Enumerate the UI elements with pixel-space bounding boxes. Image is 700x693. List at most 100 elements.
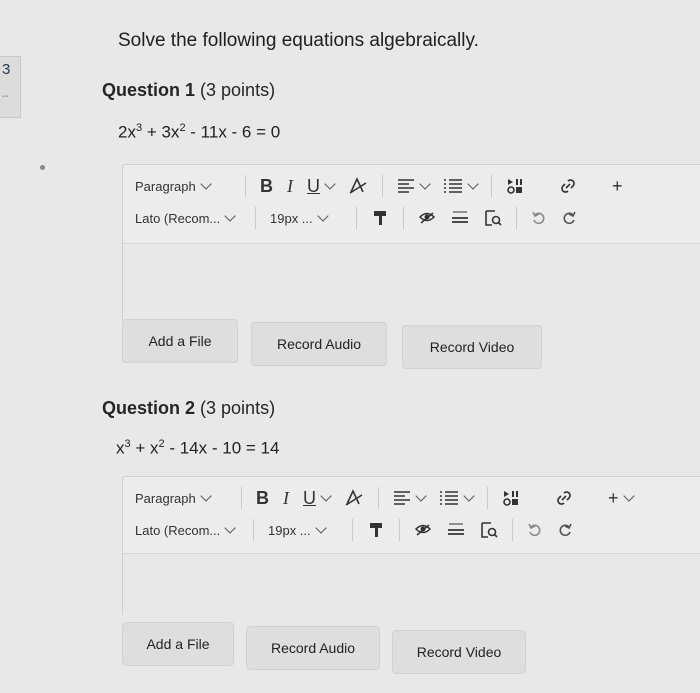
accessibility-icon[interactable] (414, 521, 432, 539)
eq1-term-c: - 11x - 6 = 0 (185, 122, 281, 142)
question-2-editor: Paragraph B I U + Lato (Recom... 19px ..… (122, 476, 700, 616)
plus-button[interactable]: + (612, 176, 623, 197)
accessibility-icon[interactable] (418, 209, 436, 227)
font-family-select[interactable]: Lato (Recom... (135, 522, 239, 538)
eq2-term-b: + x (130, 438, 159, 458)
question-nav-status: -- (2, 91, 9, 102)
toolbar-divider (403, 207, 404, 229)
plus-button[interactable]: + (608, 487, 635, 509)
eq2-term-a: x (116, 438, 125, 458)
redo-icon[interactable] (561, 210, 577, 226)
bold-button[interactable]: B (256, 488, 269, 509)
toolbar-divider (255, 207, 256, 229)
question-2-label: Question 2 (102, 398, 196, 418)
chevron-down-icon (316, 210, 329, 222)
eq1-term-a: 2x (118, 122, 136, 142)
chevron-down-icon (224, 210, 236, 222)
equation-icon[interactable] (450, 210, 470, 226)
question-1-title: Question 1 (3 points) (102, 80, 275, 101)
text-color-icon[interactable] (348, 177, 368, 195)
question-2-equation: x3 + x2 - 14x - 10 = 14 (116, 438, 279, 459)
question-1-points: (3 points) (200, 80, 276, 100)
add-file-button[interactable]: Add a File (122, 319, 238, 363)
chevron-down-icon (467, 178, 479, 190)
toolbar-divider (356, 207, 357, 229)
question-1-equation: 2x3 + 3x2 - 11x - 6 = 0 (118, 122, 280, 143)
font-family-select[interactable]: Lato (Recom... (135, 210, 241, 226)
record-video-button[interactable]: Record Video (402, 325, 542, 369)
eq1-term-b: + 3x (142, 122, 180, 142)
toolbar-divider (487, 487, 488, 509)
align-icon[interactable] (397, 178, 431, 193)
undo-icon[interactable] (531, 210, 547, 226)
toolbar-divider (382, 175, 383, 197)
paragraph-select-label: Paragraph (135, 490, 196, 506)
question-nav-number: 3 (2, 61, 11, 78)
chevron-down-icon (224, 522, 236, 534)
chevron-down-icon (415, 490, 427, 502)
font-family-label: Lato (Recom... (135, 522, 221, 538)
chevron-down-icon (622, 490, 635, 502)
find-replace-icon[interactable] (484, 209, 502, 227)
chevron-down-icon (324, 178, 336, 190)
font-family-label: Lato (Recom... (135, 210, 221, 226)
italic-button[interactable]: I (287, 176, 293, 197)
chevron-down-icon (200, 490, 212, 502)
toolbar-divider (399, 519, 400, 541)
bold-button[interactable]: B (260, 176, 273, 197)
text-color-icon[interactable] (344, 489, 364, 507)
toolbar-divider (516, 207, 517, 229)
toolbar-divider (241, 487, 242, 509)
toolbar-divider (512, 519, 513, 541)
underline-button[interactable]: U (303, 487, 332, 509)
find-replace-icon[interactable] (480, 521, 498, 539)
media-icon[interactable] (502, 489, 520, 507)
link-icon[interactable] (554, 488, 574, 508)
question-2-title: Question 2 (3 points) (102, 398, 275, 419)
format-painter-icon[interactable] (367, 521, 385, 539)
question-1-text-area[interactable] (123, 243, 700, 322)
media-icon[interactable] (506, 177, 524, 195)
list-icon[interactable] (443, 178, 479, 193)
align-icon[interactable] (393, 490, 427, 505)
format-painter-icon[interactable] (371, 209, 389, 227)
page-heading: Solve the following equations algebraica… (118, 30, 479, 51)
italic-button[interactable]: I (283, 488, 289, 509)
underline-button[interactable]: U (307, 175, 336, 197)
plus-label: + (608, 487, 619, 508)
record-audio-button[interactable]: Record Audio (246, 626, 380, 670)
toolbar-divider (352, 519, 353, 541)
font-size-select[interactable]: 19px ... (270, 210, 342, 226)
record-video-button[interactable]: Record Video (392, 630, 526, 674)
undo-icon[interactable] (527, 522, 543, 538)
font-size-label: 19px ... (270, 210, 313, 226)
record-audio-button[interactable]: Record Audio (251, 322, 387, 366)
link-icon[interactable] (558, 176, 578, 196)
paragraph-select-label: Paragraph (135, 178, 196, 194)
underline-label: U (303, 487, 316, 508)
question-1-label: Question 1 (102, 80, 196, 100)
toolbar-divider (491, 175, 492, 197)
question-2-text-area[interactable] (123, 553, 700, 616)
equation-icon[interactable] (446, 522, 466, 538)
question-nav-tab[interactable]: 3 -- (0, 56, 21, 118)
add-file-button[interactable]: Add a File (122, 622, 234, 666)
bullet-dot (40, 165, 45, 170)
chevron-down-icon (200, 178, 212, 190)
redo-icon[interactable] (557, 522, 573, 538)
chevron-down-icon (320, 490, 332, 502)
underline-label: U (307, 175, 320, 196)
font-size-label: 19px ... (268, 522, 311, 538)
chevron-down-icon (463, 490, 475, 502)
eq2-term-c: - 14x - 10 = 14 (164, 438, 280, 458)
chevron-down-icon (419, 178, 431, 190)
font-size-select[interactable]: 19px ... (268, 522, 338, 538)
chevron-down-icon (314, 522, 327, 534)
paragraph-select[interactable]: Paragraph (135, 490, 227, 506)
list-icon[interactable] (439, 490, 475, 505)
toolbar-divider (378, 487, 379, 509)
question-1-editor: Paragraph B I U + Lato (Recom... 19px ..… (122, 164, 700, 322)
question-2-points: (3 points) (200, 398, 276, 418)
paragraph-select[interactable]: Paragraph (135, 178, 231, 194)
toolbar-divider (253, 519, 254, 541)
